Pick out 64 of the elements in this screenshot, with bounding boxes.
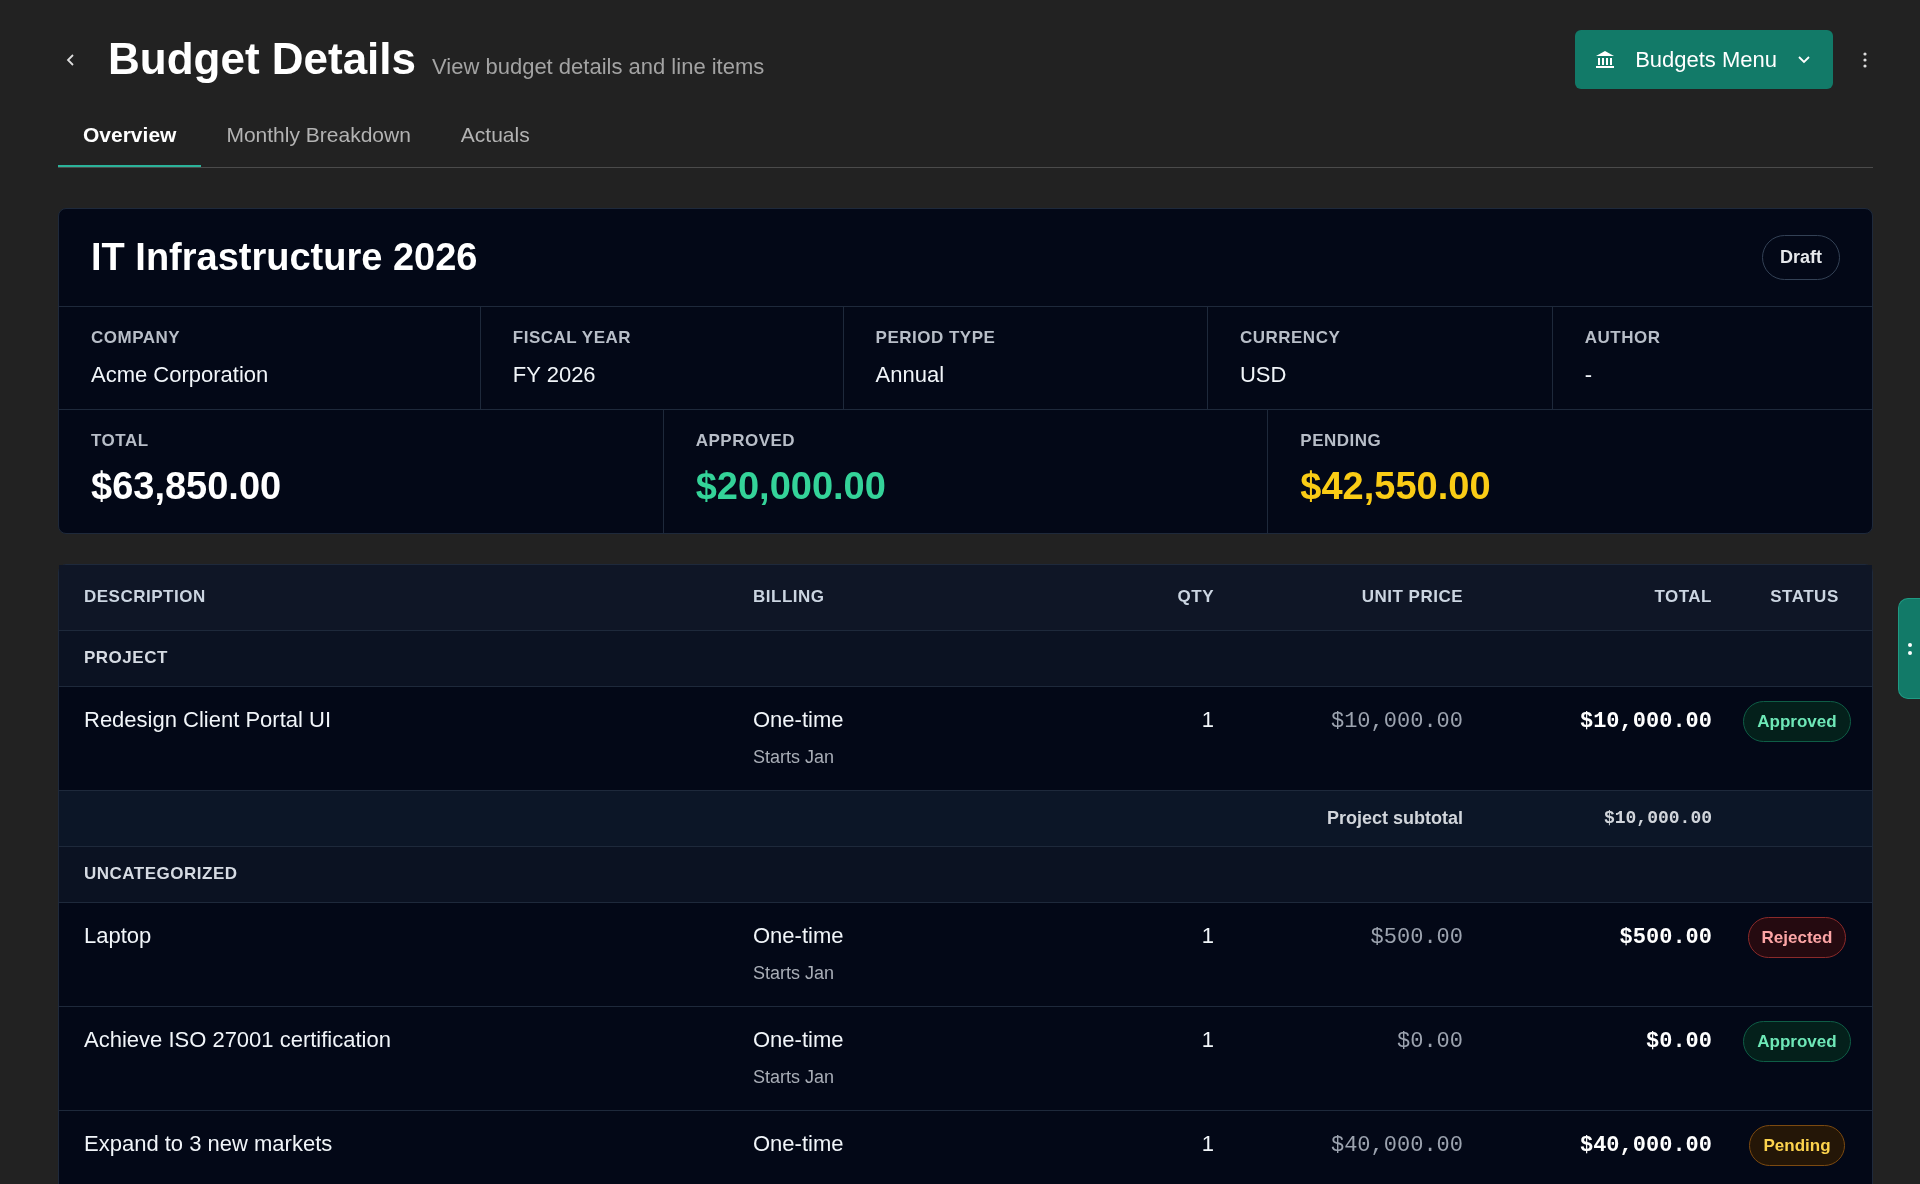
subtotal-label: Project subtotal <box>1326 807 1463 828</box>
amount-label: TOTAL <box>91 430 150 452</box>
amount-value: $63,850.00 <box>91 463 283 509</box>
billing-type: One-time <box>753 1129 845 1158</box>
group-header: PROJECT <box>59 630 1872 687</box>
tab[interactable]: Overview <box>58 107 202 167</box>
unit-price: $40,000.00 <box>1330 1132 1463 1158</box>
more-vertical-icon <box>1863 52 1867 69</box>
billing-start: Starts Jan <box>753 961 836 985</box>
line-total: $40,000.00 <box>1579 1132 1712 1158</box>
quantity: 1 <box>1201 922 1214 948</box>
column-header: QTY <box>1177 587 1214 607</box>
quantity: 1 <box>1201 1026 1214 1052</box>
subtotal-value: $10,000.00 <box>1603 808 1712 828</box>
amount-value: $42,550.00 <box>1300 463 1492 509</box>
grip-icon <box>1906 641 1913 656</box>
billing-type: One-time <box>753 1025 845 1054</box>
billing-type: One-time <box>753 921 845 950</box>
billing-start: Starts Jan <box>753 745 836 769</box>
budgets-menu-button[interactable]: Budgets Menu <box>1575 30 1833 89</box>
line-total: $0.00 <box>1646 1028 1712 1054</box>
field-value: Acme Corporation <box>91 361 270 389</box>
field-value: FY 2026 <box>512 361 597 389</box>
field-label: COMPANY <box>91 326 182 349</box>
quantity: 1 <box>1201 1130 1214 1156</box>
item-description: Redesign Client Portal UI <box>84 706 331 732</box>
budget-title: IT Infrastructure 2026 <box>91 234 478 280</box>
column-header: UNIT PRICE <box>1361 587 1463 607</box>
unit-price: $10,000.00 <box>1330 708 1463 734</box>
amount-label: APPROVED <box>695 430 797 452</box>
item-description: Expand to 3 new markets <box>84 1130 333 1156</box>
amount-value: $20,000.00 <box>695 463 887 509</box>
column-header: STATUS <box>1770 587 1839 607</box>
chevron-down-icon <box>1797 54 1811 65</box>
tab[interactable]: Actuals <box>435 107 555 167</box>
status-badge: Pending <box>1749 1124 1845 1166</box>
billing-type: One-time <box>753 705 845 734</box>
group-header: UNCATEGORIZED <box>59 846 1872 903</box>
field-value: Annual <box>875 361 946 389</box>
line-total: $10,000.00 <box>1579 708 1712 734</box>
amount-label: PENDING <box>1300 430 1383 452</box>
field-label: FISCAL YEAR <box>512 326 633 349</box>
status-badge: Approved <box>1743 1020 1851 1062</box>
field-value: USD <box>1239 361 1288 389</box>
page-title: Budget Details <box>108 35 417 84</box>
bank-icon <box>1595 49 1616 70</box>
item-description: Laptop <box>84 922 152 948</box>
unit-price: $0.00 <box>1397 1028 1463 1054</box>
status-badge: Approved <box>1743 700 1851 742</box>
column-header: TOTAL <box>1654 587 1712 607</box>
line-total: $500.00 <box>1619 924 1712 950</box>
field-label: AUTHOR <box>1584 326 1662 349</box>
item-description: Achieve ISO 27001 certification <box>84 1026 391 1052</box>
page-subtitle: View budget details and line items <box>432 53 765 82</box>
column-header: DESCRIPTION <box>84 587 206 607</box>
field-value: - <box>1584 361 1594 389</box>
field-label: PERIOD TYPE <box>875 326 997 349</box>
field-label: CURRENCY <box>1239 326 1342 349</box>
quantity: 1 <box>1201 706 1214 732</box>
billing-start: Starts Jan <box>753 1065 836 1089</box>
status-badge: Rejected <box>1747 916 1847 958</box>
unit-price: $500.00 <box>1370 924 1463 950</box>
tab[interactable]: Monthly Breakdown <box>201 107 436 167</box>
column-header: BILLING <box>753 587 825 607</box>
